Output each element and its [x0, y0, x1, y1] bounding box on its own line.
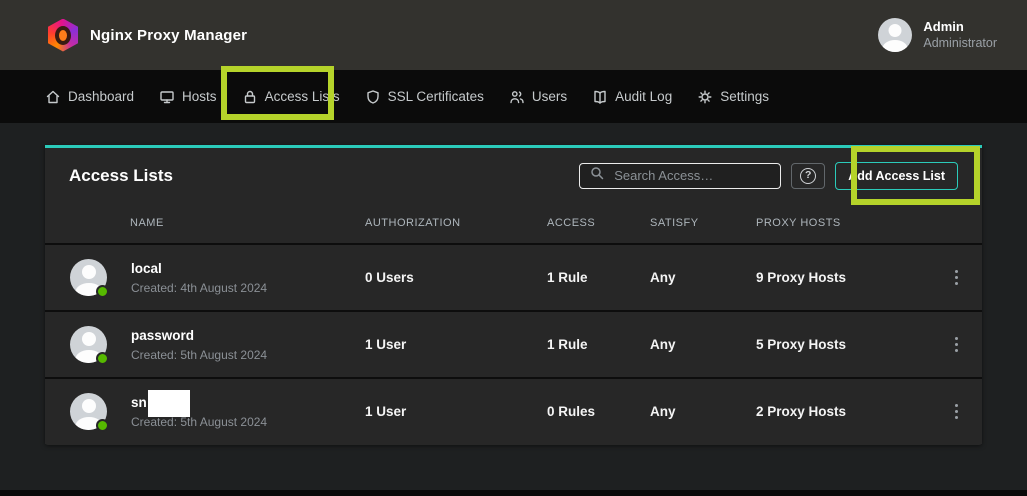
- row-actions-kebab-icon[interactable]: [951, 400, 962, 423]
- lock-icon: [242, 89, 258, 105]
- created-date: Created: 4th August 2024: [131, 281, 267, 295]
- access-list-name: local: [131, 260, 162, 278]
- online-status-dot: [96, 285, 109, 298]
- proxy-hosts-value: 9 Proxy Hosts: [756, 270, 930, 285]
- nav-label: SSL Certificates: [388, 89, 484, 104]
- nav-item-settings[interactable]: Settings: [697, 89, 769, 105]
- search-input[interactable]: [614, 168, 790, 183]
- home-icon: [45, 89, 61, 105]
- column-header-satisfy: SATISFY: [650, 217, 756, 229]
- table-row[interactable]: password Created: 5th August 2024 1 User…: [45, 312, 982, 377]
- authorization-value: 1 User: [365, 337, 547, 352]
- online-status-dot: [96, 419, 109, 432]
- nav-label: Users: [532, 89, 567, 104]
- nginx-proxy-manager-logo-icon: [48, 19, 78, 52]
- gear-icon: [697, 89, 713, 105]
- nav-label: Audit Log: [615, 89, 672, 104]
- authorization-value: 1 User: [365, 404, 547, 419]
- column-header-access: ACCESS: [547, 217, 650, 229]
- table-row[interactable]: local Created: 4th August 2024 0 Users 1…: [45, 245, 982, 310]
- nav-label: Access Lists: [265, 89, 340, 104]
- redaction-box: [148, 390, 190, 417]
- nav-item-audit-log[interactable]: Audit Log: [592, 89, 672, 105]
- nav-item-users[interactable]: Users: [509, 89, 567, 105]
- table-header-row: NAME AUTHORIZATION ACCESS SATISFY PROXY …: [45, 203, 982, 243]
- row-actions-kebab-icon[interactable]: [951, 333, 962, 356]
- nav-item-dashboard[interactable]: Dashboard: [45, 89, 134, 105]
- nav-item-ssl-certificates[interactable]: SSL Certificates: [365, 89, 484, 105]
- nav-label: Hosts: [182, 89, 217, 104]
- help-icon: [800, 168, 816, 184]
- nav-item-access-lists[interactable]: Access Lists: [242, 89, 340, 105]
- app-title: Nginx Proxy Manager: [90, 27, 247, 44]
- column-header-name: NAME: [45, 217, 365, 229]
- nav-label: Settings: [720, 89, 769, 104]
- nav-label: Dashboard: [68, 89, 134, 104]
- column-header-authorization: AUTHORIZATION: [365, 217, 547, 229]
- search-box: [579, 163, 781, 189]
- add-access-list-button[interactable]: Add Access List: [835, 162, 958, 190]
- page-title: Access Lists: [69, 166, 173, 186]
- avatar: [70, 326, 107, 363]
- access-value: 1 Rule: [547, 270, 650, 285]
- access-lists-card: Access Lists Add Access List NAME AUTHOR…: [45, 145, 982, 445]
- online-status-dot: [96, 352, 109, 365]
- help-button[interactable]: [791, 163, 825, 189]
- bottom-edge-strip: [0, 490, 1027, 496]
- user-avatar: [878, 18, 912, 52]
- avatar: [70, 259, 107, 296]
- main-nav: Dashboard Hosts Access Lists SSL Certifi…: [0, 70, 1027, 123]
- access-list-name: sn: [131, 394, 147, 412]
- table-row[interactable]: sn Created: 5th August 2024 1 User 0 Rul…: [45, 379, 982, 444]
- satisfy-value: Any: [650, 270, 756, 285]
- nav-item-hosts[interactable]: Hosts: [159, 89, 217, 105]
- avatar: [70, 393, 107, 430]
- proxy-hosts-value: 2 Proxy Hosts: [756, 404, 930, 419]
- authorization-value: 0 Users: [365, 270, 547, 285]
- proxy-hosts-value: 5 Proxy Hosts: [756, 337, 930, 352]
- book-icon: [592, 89, 608, 105]
- users-icon: [509, 89, 525, 105]
- search-icon: [589, 165, 605, 186]
- shield-icon: [365, 89, 381, 105]
- created-date: Created: 5th August 2024: [131, 415, 267, 429]
- access-value: 0 Rules: [547, 404, 650, 419]
- user-name: Admin: [923, 18, 997, 36]
- column-header-proxy-hosts: PROXY HOSTS: [756, 217, 930, 229]
- row-actions-kebab-icon[interactable]: [951, 266, 962, 289]
- created-date: Created: 5th August 2024: [131, 348, 267, 362]
- monitor-icon: [159, 89, 175, 105]
- user-role: Administrator: [923, 36, 997, 52]
- satisfy-value: Any: [650, 404, 756, 419]
- app-header: Nginx Proxy Manager Admin Administrator: [0, 0, 1027, 70]
- card-header: Access Lists Add Access List: [45, 148, 982, 203]
- access-value: 1 Rule: [547, 337, 650, 352]
- satisfy-value: Any: [650, 337, 756, 352]
- user-menu[interactable]: Admin Administrator: [878, 18, 997, 52]
- access-list-name: password: [131, 327, 194, 345]
